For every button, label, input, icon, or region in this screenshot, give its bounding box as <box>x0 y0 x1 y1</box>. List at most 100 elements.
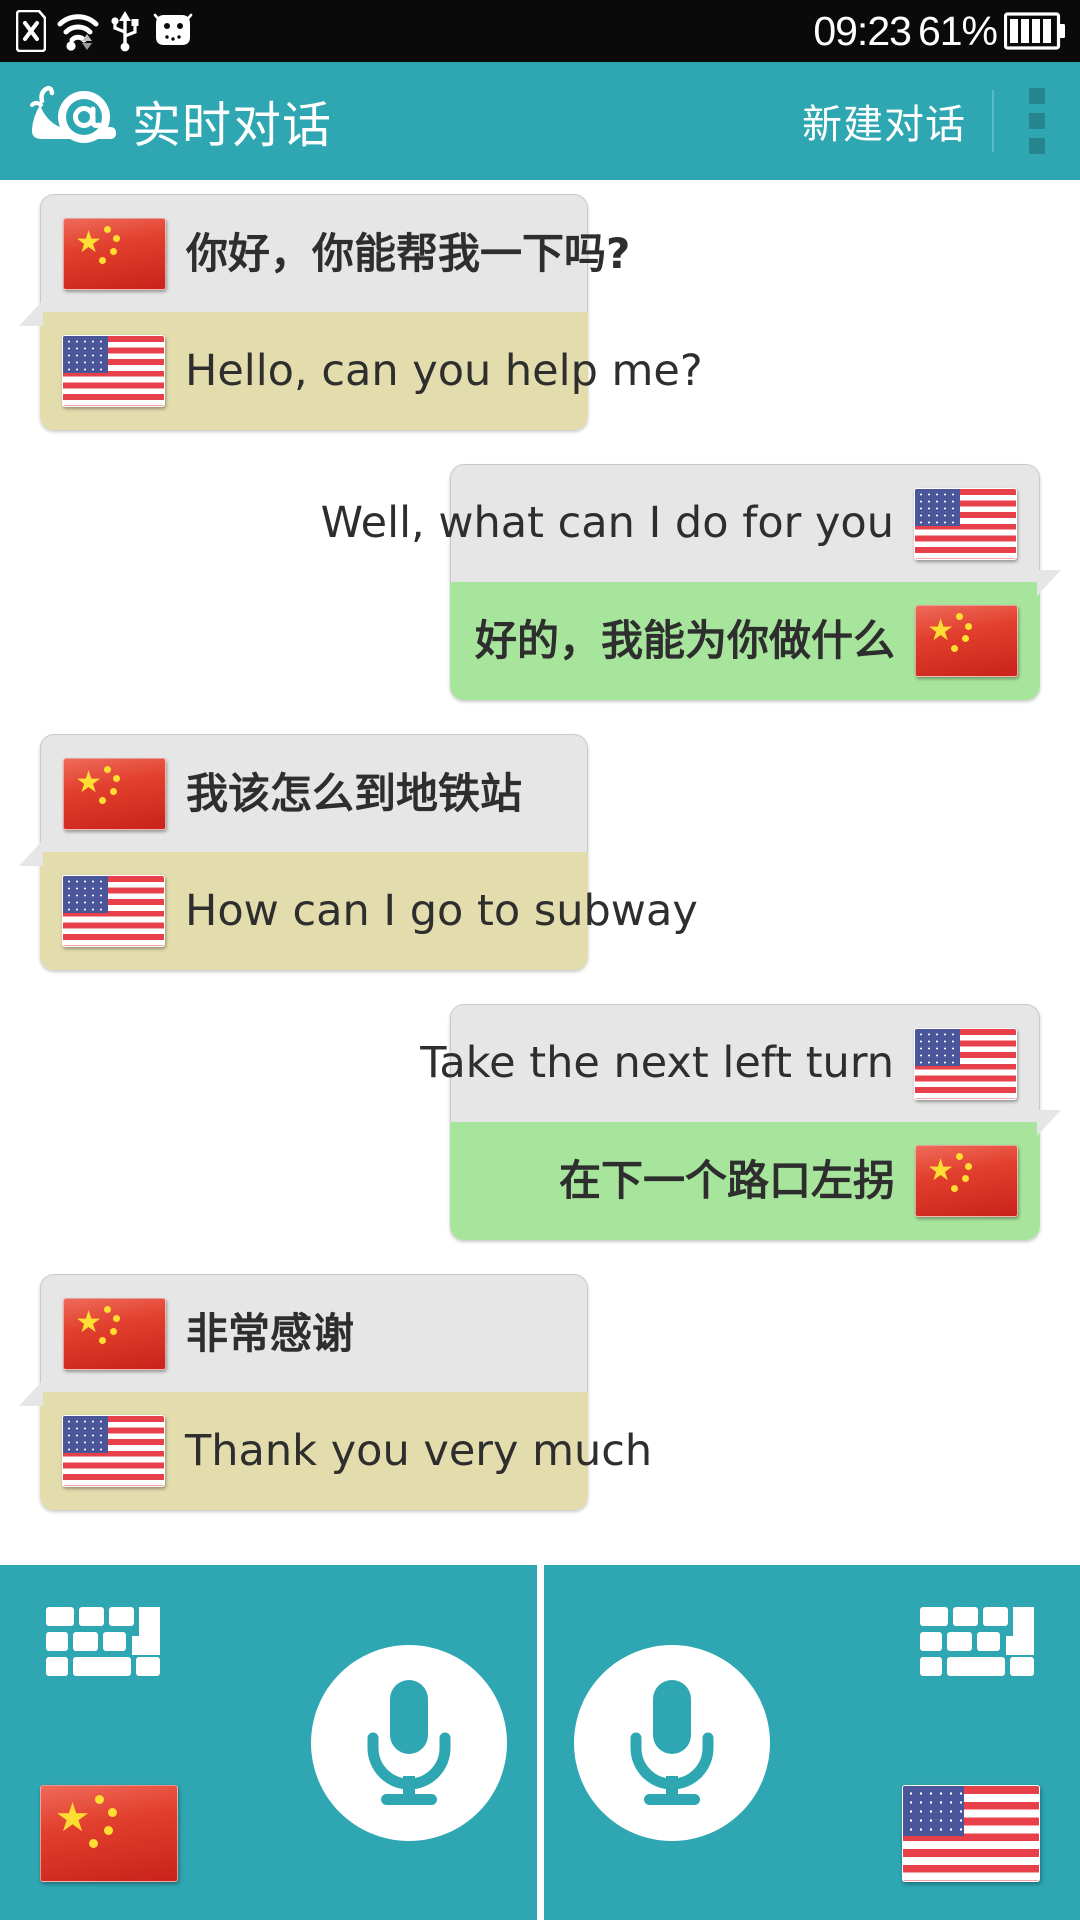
flag-star-2 <box>113 235 121 243</box>
battery-percent: 61% <box>917 7 998 54</box>
message-bubble[interactable]: Well, what can I do for you 好的，我能为你做什么 ★ <box>321 464 1061 700</box>
us-flag-icon <box>914 487 1017 560</box>
flag-star-2 <box>113 1315 121 1323</box>
english-mic-button[interactable] <box>573 1645 770 1841</box>
source-text: 你好，你能帮我一下吗? <box>186 228 631 278</box>
flag-star-2 <box>113 775 121 783</box>
us-flag-icon <box>62 335 165 407</box>
keyboard-icon[interactable] <box>44 1605 162 1683</box>
chinese-flag-icon: ★ <box>63 757 166 830</box>
translation-row[interactable]: 好的，我能为你做什么 ★ <box>450 582 1040 700</box>
sdcard-error-icon <box>16 10 46 52</box>
flag-star-2 <box>965 1162 973 1170</box>
source-text: Well, what can I do for you <box>320 498 894 549</box>
message-4[interactable]: Take the next left turn 在下一个路口左拐 ★ <box>0 1004 1080 1240</box>
status-bar: 09:23 61% <box>0 0 1080 62</box>
flag-canton <box>915 1028 961 1066</box>
bubble-tail <box>19 1380 43 1406</box>
flag-star-large: ★ <box>54 1796 91 1841</box>
flag-star-2 <box>965 622 973 630</box>
conversation-list[interactable]: ★ 你好，你能帮我一下吗? Hello, can you help me? Well,… <box>0 180 1080 1565</box>
flag-star-1 <box>104 1305 112 1313</box>
source-row[interactable]: Well, what can I do for you <box>321 464 1040 582</box>
bubble-tail <box>1037 1110 1061 1136</box>
translated-text: Thank you very much <box>185 1425 653 1476</box>
message-5[interactable]: ★ 非常感谢 Thank you very much <box>0 1274 1080 1510</box>
message-bubble[interactable]: ★ 非常感谢 Thank you very much <box>19 1274 652 1510</box>
overflow-dot-3 <box>1029 138 1045 154</box>
toolbar-divider <box>536 1565 544 1920</box>
translation-row[interactable]: Hello, can you help me? <box>40 312 703 430</box>
flag-star-large: ★ <box>75 226 103 260</box>
translated-text: 在下一个路口左拐 <box>558 1156 895 1206</box>
translated-text: 好的，我能为你做什么 <box>474 616 895 666</box>
flag-star-4 <box>99 797 107 804</box>
flag-star-4 <box>99 1337 107 1344</box>
source-text: Take the next left turn <box>420 1038 894 1089</box>
bubble-tail <box>19 840 43 866</box>
translated-text: Hello, can you help me? <box>185 345 703 396</box>
source-row[interactable]: ★ 非常感谢 <box>40 1274 588 1392</box>
us-flag-icon <box>914 1027 1017 1100</box>
chinese-flag-icon[interactable]: ★ <box>40 1785 178 1882</box>
clock: 09:23 <box>813 7 912 54</box>
message-2[interactable]: Well, what can I do for you 好的，我能为你做什么 ★ <box>0 464 1080 700</box>
source-text: 我该怎么到地铁站 <box>186 768 523 818</box>
flag-star-3 <box>962 1175 970 1183</box>
message-3[interactable]: ★ 我该怎么到地铁站 How can I go to subway <box>0 734 1080 970</box>
overflow-menu-icon[interactable] <box>994 62 1080 180</box>
microphone-icon <box>367 1680 450 1805</box>
battery-icon <box>1004 12 1065 50</box>
snail-at-logo <box>30 85 116 143</box>
overflow-dot-1 <box>1029 88 1045 104</box>
flag-star-1 <box>104 225 112 233</box>
message-bubble[interactable]: ★ 我该怎么到地铁站 How can I go to subway <box>19 734 698 970</box>
flag-star-3 <box>110 1327 118 1335</box>
flag-canton <box>63 876 109 914</box>
message-bubble[interactable]: Take the next left turn 在下一个路口左拐 ★ <box>420 1004 1061 1240</box>
bubble-tail <box>19 300 43 326</box>
flag-star-1 <box>104 765 112 773</box>
flag-star-3 <box>110 787 118 795</box>
translation-row[interactable]: Thank you very much <box>40 1392 652 1510</box>
us-flag-icon[interactable] <box>902 1785 1040 1882</box>
usb-icon <box>111 11 139 52</box>
flag-star-4 <box>88 1839 98 1849</box>
flag-canton <box>915 488 961 526</box>
us-flag-icon <box>62 1415 165 1487</box>
flag-star-4 <box>951 1184 959 1192</box>
flag-canton <box>63 336 109 374</box>
flag-star-3 <box>103 1825 113 1835</box>
source-row[interactable]: ★ 我该怎么到地铁站 <box>40 734 588 852</box>
flag-star-4 <box>99 257 107 264</box>
android-icon <box>153 13 193 45</box>
translated-text: How can I go to subway <box>185 885 698 936</box>
flag-canton <box>903 1786 965 1837</box>
source-text: 非常感谢 <box>186 1308 355 1358</box>
bubble-tail <box>1037 570 1061 596</box>
source-row[interactable]: Take the next left turn <box>420 1004 1040 1122</box>
flag-star-1 <box>956 613 964 620</box>
overflow-dot-2 <box>1029 113 1045 129</box>
message-bubble[interactable]: ★ 你好，你能帮我一下吗? Hello, can you help me? <box>19 194 703 430</box>
wifi-icon <box>57 14 99 51</box>
chinese-mic-button[interactable] <box>310 1645 507 1841</box>
status-bar-left-icons <box>16 10 196 52</box>
keyboard-icon[interactable] <box>918 1605 1036 1683</box>
flag-star-2 <box>107 1807 117 1817</box>
source-row[interactable]: ★ 你好，你能帮我一下吗? <box>40 194 630 312</box>
message-1[interactable]: ★ 你好，你能帮我一下吗? Hello, can you help me? <box>0 194 1080 430</box>
new-chat-button[interactable]: 新建对话 <box>802 92 992 150</box>
app-header: 实时对话 新建对话 <box>0 62 1080 180</box>
chinese-flag-icon: ★ <box>915 1145 1018 1217</box>
flag-star-3 <box>110 247 118 255</box>
translation-row[interactable]: How can I go to subway <box>40 852 698 970</box>
chinese-flag-icon: ★ <box>63 1297 166 1370</box>
microphone-icon <box>630 1680 713 1805</box>
translation-row[interactable]: 在下一个路口左拐 ★ <box>450 1122 1040 1240</box>
flag-star-large: ★ <box>75 766 103 800</box>
flag-star-large: ★ <box>927 1153 955 1187</box>
flag-star-large: ★ <box>75 1306 103 1340</box>
us-flag-icon <box>62 875 165 947</box>
chinese-input-panel: ★ <box>0 1565 537 1920</box>
